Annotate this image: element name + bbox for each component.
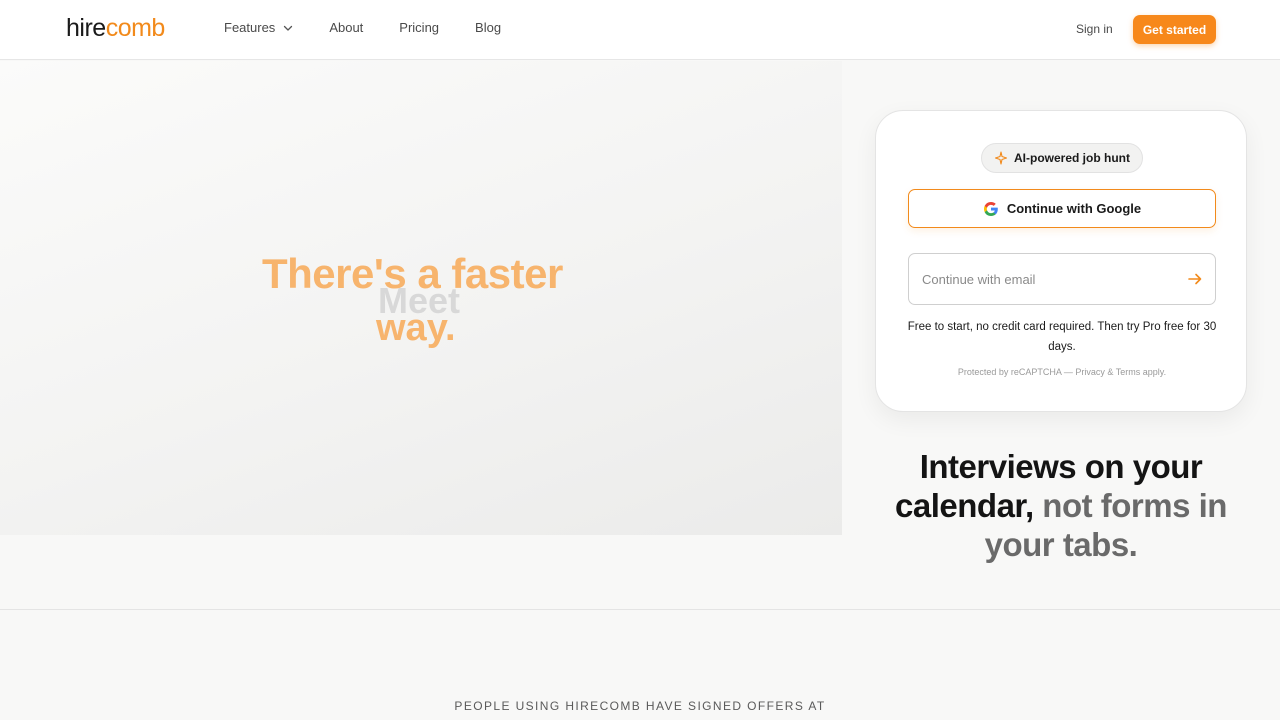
- signup-card: AI-powered job hunt Continue with Google…: [875, 110, 1247, 412]
- nav-features-label: Features: [224, 20, 276, 35]
- site-header: hire comb Features About Pricing Blog Si…: [0, 0, 1280, 60]
- email-input[interactable]: [922, 254, 1172, 304]
- continue-with-google-button[interactable]: Continue with Google: [908, 189, 1216, 228]
- section-divider: [0, 609, 1280, 610]
- tagline: Interviews on your calendar, not forms i…: [880, 447, 1242, 564]
- offers-heading: PEOPLE USING HIRECOMB HAVE SIGNED OFFERS…: [454, 699, 826, 713]
- email-field-wrapper: [908, 253, 1216, 305]
- nav-about[interactable]: About: [329, 20, 363, 35]
- hero-headline-way: way.: [376, 307, 456, 349]
- nav-blog-label: Blog: [475, 20, 502, 35]
- ai-badge-label: AI-powered job hunt: [1014, 151, 1130, 165]
- nav-pricing[interactable]: Pricing: [399, 20, 439, 35]
- logo-text-hire: hire: [66, 13, 106, 42]
- sign-in-link[interactable]: Sign in: [1076, 22, 1113, 36]
- nav-features[interactable]: Features: [224, 20, 293, 35]
- get-started-button[interactable]: Get started: [1133, 15, 1216, 44]
- hirecomb-logo[interactable]: hire comb: [66, 13, 165, 43]
- nav-pricing-label: Pricing: [399, 20, 440, 35]
- sparkle-icon: [994, 151, 1008, 165]
- nav-blog[interactable]: Blog: [475, 20, 501, 35]
- nav-about-label: About: [329, 20, 364, 35]
- google-button-label: Continue with Google: [1006, 201, 1142, 216]
- logo-text-comb: comb: [105, 13, 166, 42]
- arrow-right-icon[interactable]: [1187, 271, 1203, 287]
- ai-badge: AI-powered job hunt: [981, 143, 1143, 173]
- google-icon: [983, 201, 998, 216]
- free-trial-note: Free to start, no credit card required. …: [907, 321, 1217, 353]
- recaptcha-notice: Protected by reCAPTCHA — Privacy & Terms…: [957, 367, 1167, 377]
- main-nav: Features About Pricing Blog: [224, 20, 537, 35]
- chevron-down-icon: [284, 25, 293, 31]
